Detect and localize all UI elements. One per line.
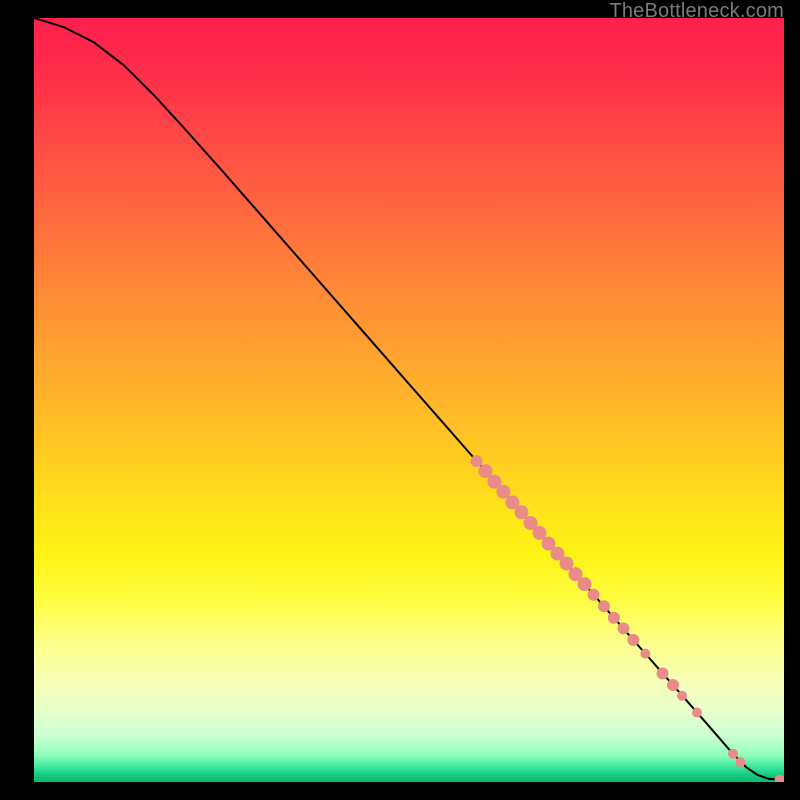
data-marker [728,749,738,759]
data-marker [657,668,669,680]
data-marker [667,679,679,691]
chart-stage: TheBottleneck.com [0,0,800,800]
data-marker [640,649,650,659]
data-marker [515,505,529,519]
data-marker [736,757,746,767]
watermark-text: TheBottleneck.com [609,0,784,23]
curve-line [34,18,784,780]
data-marker [608,612,620,624]
data-marker [618,622,630,634]
data-marker [497,485,511,499]
chart-svg [34,18,784,782]
data-markers [471,455,785,782]
data-marker [578,577,592,591]
data-marker [588,589,600,601]
data-marker [677,691,687,701]
data-marker [598,600,610,612]
chart-plot-area [34,18,784,782]
data-marker [471,455,483,467]
data-marker [692,708,702,718]
data-marker [533,526,547,540]
data-marker [560,557,574,571]
data-marker [775,775,785,782]
data-marker [627,634,639,646]
data-marker [479,464,493,478]
